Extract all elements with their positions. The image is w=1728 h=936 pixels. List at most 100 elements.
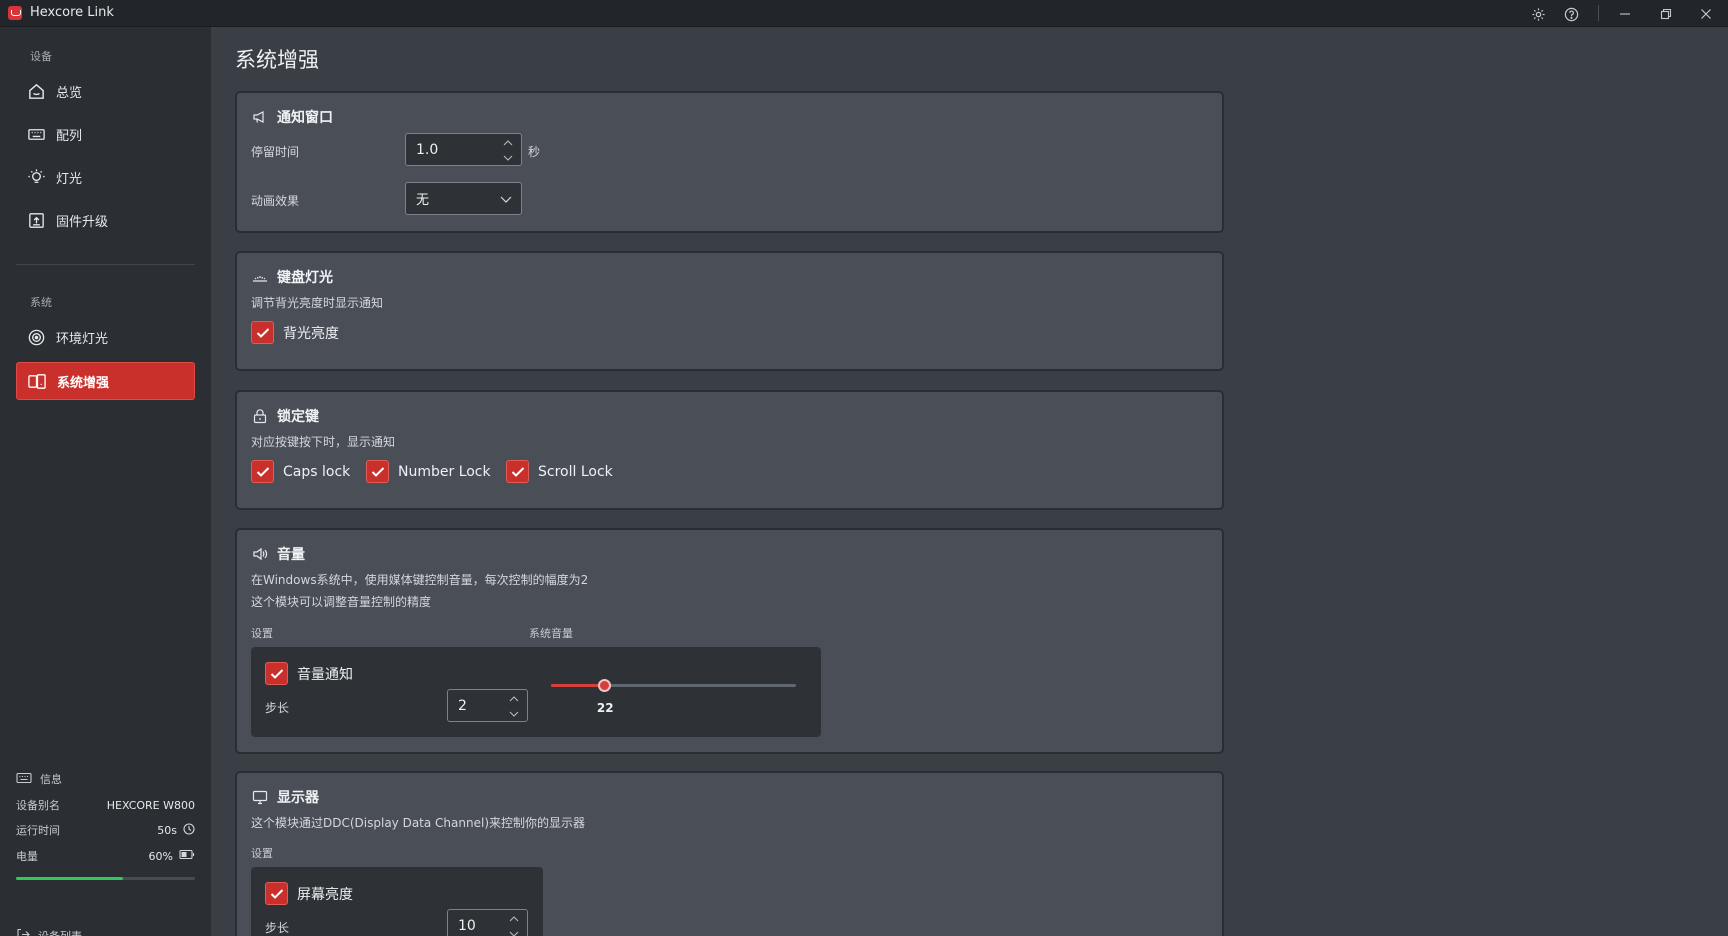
exit-icon (16, 928, 30, 936)
checkmark-icon[interactable] (251, 321, 274, 344)
info-title: 信息 (40, 773, 62, 786)
app-title: Hexcore Link (30, 5, 114, 20)
battery-value: 60% (148, 849, 173, 863)
stepper-arrows-icon[interactable] (501, 137, 515, 164)
alias-label: 设备别名 (16, 799, 60, 812)
sidebar-item-label: 固件升级 (56, 214, 109, 230)
settings-label: 设置 (251, 847, 273, 860)
checkmark-icon[interactable] (506, 460, 529, 483)
sidebar-item-layout[interactable]: 配列 (16, 115, 195, 153)
settings-label: 设置 (251, 627, 273, 640)
sidebar-item-label: 系统增强 (57, 375, 110, 391)
home-icon (26, 81, 46, 101)
title-bar-divider (1598, 5, 1599, 21)
checkbox-label: 背光亮度 (283, 325, 339, 342)
help-icon[interactable] (1560, 3, 1582, 25)
speaker-icon (251, 545, 269, 563)
restore-icon[interactable] (1655, 3, 1677, 25)
system-enhance-icon (27, 371, 47, 391)
notify-window-card: 通知窗口 停留时间 1.0 秒 动画效果 无 (235, 91, 1224, 233)
sidebar-item-system-enhance[interactable]: 系统增强 (16, 362, 195, 400)
uptime-label: 运行时间 (16, 824, 60, 837)
sidebar-item-lighting[interactable]: 灯光 (16, 158, 195, 196)
info-battery-row: 电量 60% (16, 847, 195, 865)
keyboard-light-card: 键盘灯光 调节背光亮度时显示通知 背光亮度 (235, 251, 1224, 371)
device-list-link[interactable]: 设备列表 (16, 927, 195, 936)
info-header: 信息 (16, 770, 195, 788)
checkmark-icon[interactable] (265, 882, 288, 905)
card-header: 键盘灯光 (251, 267, 333, 287)
volume-value: 22 (596, 701, 614, 715)
keyboard-icon (26, 124, 46, 144)
volume-settings-panel: 音量通知 步长 2 (251, 647, 543, 737)
battery-bar-fill (16, 877, 124, 880)
sidebar-item-overview[interactable]: 总览 (16, 72, 195, 110)
info-alias-row: 设备别名 HEXCORE W800 (16, 796, 195, 814)
stepper-arrows-icon[interactable] (507, 693, 521, 720)
bulb-icon (26, 167, 46, 187)
card-header: 通知窗口 (251, 107, 333, 127)
display-settings-panel: 屏幕亮度 步长 10 (251, 867, 543, 936)
backlight-checkbox[interactable]: 背光亮度 (251, 321, 339, 344)
step-label: 步长 (265, 921, 290, 935)
app-logo-icon (8, 6, 22, 20)
card-title: 键盘灯光 (277, 270, 333, 286)
stepper-arrows-icon[interactable] (507, 913, 521, 936)
card-header: 显示器 (251, 787, 319, 807)
card-title: 音量 (277, 547, 305, 563)
scroll-lock-checkbox[interactable]: Scroll Lock (506, 460, 613, 483)
battery-bar (16, 877, 195, 880)
checkmark-icon[interactable] (366, 460, 389, 483)
duration-value: 1.0 (416, 141, 439, 158)
duration-stepper[interactable]: 1.0 (405, 133, 522, 166)
card-title: 显示器 (277, 790, 319, 806)
number-lock-checkbox[interactable]: Number Lock (366, 460, 491, 483)
monitor-icon (251, 788, 269, 806)
system-volume-label: 系统音量 (529, 627, 573, 640)
animation-value: 无 (416, 193, 430, 208)
checkmark-icon[interactable] (251, 460, 274, 483)
card-title: 通知窗口 (277, 110, 333, 126)
card-description: 在Windows系统中，使用媒体键控制音量，每次控制的幅度为2 (251, 573, 589, 587)
megaphone-icon (251, 108, 269, 126)
checkbox-label: 屏幕亮度 (297, 886, 353, 903)
clock-icon (183, 822, 195, 838)
brightness-step-stepper[interactable]: 10 (447, 909, 528, 936)
battery-label: 电量 (16, 850, 38, 863)
animation-label: 动画效果 (251, 194, 300, 208)
sidebar-item-ambient-light[interactable]: 环境灯光 (16, 318, 195, 356)
title-bar: Hexcore Link (0, 0, 1728, 27)
step-label: 步长 (265, 701, 290, 715)
card-header: 锁定键 (251, 406, 319, 426)
checkbox-label: Number Lock (398, 463, 491, 480)
lock-keys-card: 锁定键 对应按键按下时，显示通知 Caps lock Number Lock S… (235, 390, 1224, 510)
checkbox-label: Caps lock (283, 463, 351, 480)
volume-notify-checkbox[interactable]: 音量通知 (265, 662, 353, 685)
close-icon[interactable] (1695, 3, 1717, 25)
volume-step-stepper[interactable]: 2 (447, 689, 528, 722)
sidebar-item-label: 配列 (56, 128, 83, 144)
alias-value: HEXCORE W800 (106, 798, 195, 812)
settings-icon[interactable] (1527, 3, 1549, 25)
card-description: 对应按键按下时，显示通知 (251, 435, 396, 449)
animation-select[interactable]: 无 (405, 182, 522, 215)
caps-lock-checkbox[interactable]: Caps lock (251, 460, 350, 483)
battery-icon (179, 849, 195, 863)
sidebar-item-firmware[interactable]: 固件升级 (16, 201, 195, 239)
card-description: 调节背光亮度时显示通知 (251, 296, 384, 310)
minimize-icon[interactable] (1614, 3, 1636, 25)
chevron-down-icon (499, 192, 513, 206)
info-uptime-row: 运行时间 50s (16, 821, 195, 839)
duration-unit: 秒 (528, 145, 541, 159)
volume-card: 音量 在Windows系统中，使用媒体键控制音量，每次控制的幅度为2 这个模块可… (235, 528, 1224, 754)
card-description: 这个模块通过DDC(Display Data Channel)来控制你的显示器 (251, 816, 586, 830)
system-section-label: 系统 (30, 296, 52, 309)
brightness-checkbox[interactable]: 屏幕亮度 (265, 882, 353, 905)
page-title: 系统增强 (235, 48, 319, 72)
sidebar-item-label: 环境灯光 (56, 331, 109, 347)
volume-slider-thumb[interactable] (598, 679, 612, 692)
lock-icon (251, 407, 269, 425)
checkbox-label: Scroll Lock (538, 463, 613, 480)
checkmark-icon[interactable] (265, 662, 288, 685)
card-header: 音量 (251, 544, 305, 564)
